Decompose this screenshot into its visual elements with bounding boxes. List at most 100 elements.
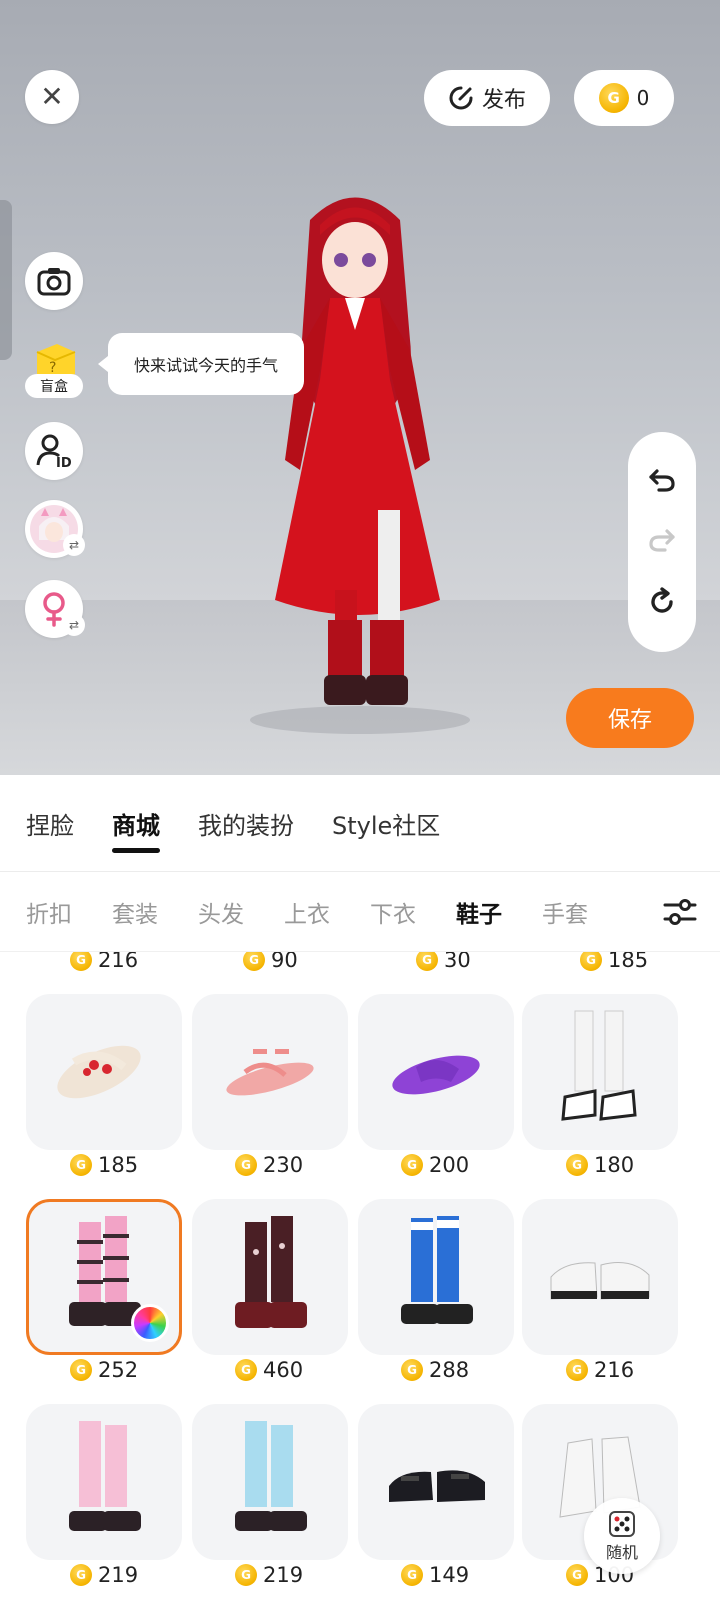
item-card-cream-flower-sandals[interactable] <box>26 994 182 1150</box>
price-label: G 180 <box>566 1153 634 1177</box>
publish-icon <box>449 86 473 110</box>
switch-gender-button[interactable]: ⇄ <box>25 580 85 638</box>
price-label: G 460 <box>235 1358 303 1382</box>
coin-icon: G <box>235 1564 257 1586</box>
category-hair[interactable]: 头发 <box>198 895 244 929</box>
swap-icon: ⇄ <box>63 534 85 556</box>
main-tab-bar: 捏脸 商城 我的装扮 Style社区 <box>0 775 720 871</box>
price-value: 185 <box>98 1153 139 1177</box>
coin-icon: G <box>401 1359 423 1381</box>
coin-icon: G <box>566 1564 588 1586</box>
publish-label: 发布 <box>481 88 526 113</box>
item-card-pink-strap-sandals[interactable] <box>192 994 348 1150</box>
category-discount[interactable]: 折扣 <box>26 895 72 929</box>
blind-box-tooltip-text: 快来试试今天的手气 <box>133 356 278 375</box>
camera-button[interactable] <box>25 252 83 310</box>
item-card-white-socks-sneakers[interactable] <box>522 994 678 1150</box>
boots-icon <box>235 1421 307 1531</box>
category-shoes[interactable]: 鞋子 <box>456 895 502 929</box>
coin-icon: G <box>416 952 438 971</box>
price-label: G 219 <box>235 1563 303 1587</box>
tab-style-community[interactable]: Style社区 <box>332 775 440 871</box>
boots-icon <box>69 1421 141 1531</box>
tab-shop-label: 商城 <box>112 811 160 840</box>
sandals-icon <box>226 1049 314 1096</box>
category-tab-bar: 折扣 套装 头发 上衣 下衣 鞋子 手套 <box>0 872 720 952</box>
color-picker-icon[interactable] <box>131 1304 169 1342</box>
side-drawer-handle[interactable] <box>0 200 12 360</box>
price-label: G 90 <box>243 952 298 972</box>
tab-my-outfits[interactable]: 我的装扮 <box>198 775 294 871</box>
camera-icon <box>37 268 71 296</box>
price-value: 180 <box>594 1153 635 1177</box>
price-value: 149 <box>429 1563 470 1587</box>
person-id-icon: ID <box>36 434 72 469</box>
price-value: 216 <box>98 952 139 972</box>
reset-icon[interactable] <box>647 587 677 617</box>
coin-icon: G <box>235 1359 257 1381</box>
coin-icon: G <box>598 83 629 113</box>
swap-icon: ⇄ <box>63 614 85 636</box>
item-card-blue-leg-warmer-shoes[interactable] <box>358 1199 514 1355</box>
price-value: 219 <box>98 1563 139 1587</box>
price-value: 185 <box>608 952 649 972</box>
tab-style-community-label: Style社区 <box>332 811 441 840</box>
coin-icon: G <box>235 1154 257 1176</box>
price-value: 30 <box>444 952 471 972</box>
avatar-id-button[interactable]: ID <box>25 422 83 480</box>
price-label: G 219 <box>70 1563 138 1587</box>
undo-icon[interactable] <box>647 467 677 493</box>
item-card-purple-slides[interactable] <box>358 994 514 1150</box>
publish-button[interactable]: 发布 <box>424 70 550 126</box>
price-label: G 30 <box>416 952 471 972</box>
close-button[interactable]: ✕ <box>25 70 79 124</box>
slides-icon <box>392 1055 480 1095</box>
coin-icon: G <box>243 952 265 971</box>
boots-icon <box>235 1216 307 1328</box>
item-card-light-blue-leg-warmer-boots[interactable] <box>192 1404 348 1560</box>
category-tops[interactable]: 上衣 <box>284 895 330 929</box>
switch-character-button[interactable]: ⇄ <box>25 500 85 558</box>
coin-icon: G <box>70 1564 92 1586</box>
save-button[interactable]: 保存 <box>566 688 694 748</box>
item-card-pink-leg-warmer-boots[interactable] <box>26 1404 182 1560</box>
price-value: 216 <box>594 1358 635 1382</box>
category-sets[interactable]: 套装 <box>112 895 158 929</box>
price-label: G 149 <box>401 1563 469 1587</box>
tab-face[interactable]: 捏脸 <box>26 775 74 871</box>
svg-text:ID: ID <box>56 456 72 469</box>
filter-button[interactable] <box>640 872 720 952</box>
price-value: 230 <box>263 1153 304 1177</box>
price-value: 460 <box>263 1358 304 1382</box>
item-card-dark-red-platform-boots[interactable] <box>192 1199 348 1355</box>
blind-box-label-chip: 盲盒 <box>25 374 83 398</box>
coin-icon: G <box>401 1564 423 1586</box>
category-gloves[interactable]: 手套 <box>542 895 588 929</box>
price-value: 288 <box>429 1358 470 1382</box>
category-bottoms[interactable]: 下衣 <box>370 895 416 929</box>
save-label: 保存 <box>607 708 652 733</box>
tab-shop[interactable]: 商城 <box>112 775 160 871</box>
coin-icon: G <box>70 952 92 971</box>
price-label: G 252 <box>70 1358 138 1382</box>
random-button[interactable]: 随机 <box>584 1498 660 1574</box>
random-label: 随机 <box>605 1543 638 1562</box>
avatar-character[interactable] <box>240 180 470 740</box>
price-label: G 185 <box>70 1153 138 1177</box>
item-card-black-loafers[interactable] <box>358 1404 514 1560</box>
item-card-white-chunky-sneakers[interactable] <box>522 1199 678 1355</box>
history-panel <box>628 432 696 652</box>
price-label: G 216 <box>70 952 138 972</box>
avatar-stage[interactable]: ✕ 发布 G 0 ? 盲盒 快来试试今天的手气 ID ⇄ ⇄ 保存 <box>0 0 720 775</box>
price-label: G 185 <box>580 952 648 972</box>
item-card-pink-platform-boots[interactable] <box>26 1199 182 1355</box>
coin-icon: G <box>401 1154 423 1176</box>
coin-icon: G <box>70 1154 92 1176</box>
tab-my-outfits-label: 我的装扮 <box>198 811 294 840</box>
coin-icon: G <box>566 1359 588 1381</box>
blind-box-button[interactable]: ? 盲盒 <box>25 338 83 398</box>
sneakers-icon <box>561 1010 637 1121</box>
redo-icon[interactable] <box>647 527 677 553</box>
coin-count: 0 <box>636 86 650 110</box>
coin-balance[interactable]: G 0 <box>574 70 674 126</box>
